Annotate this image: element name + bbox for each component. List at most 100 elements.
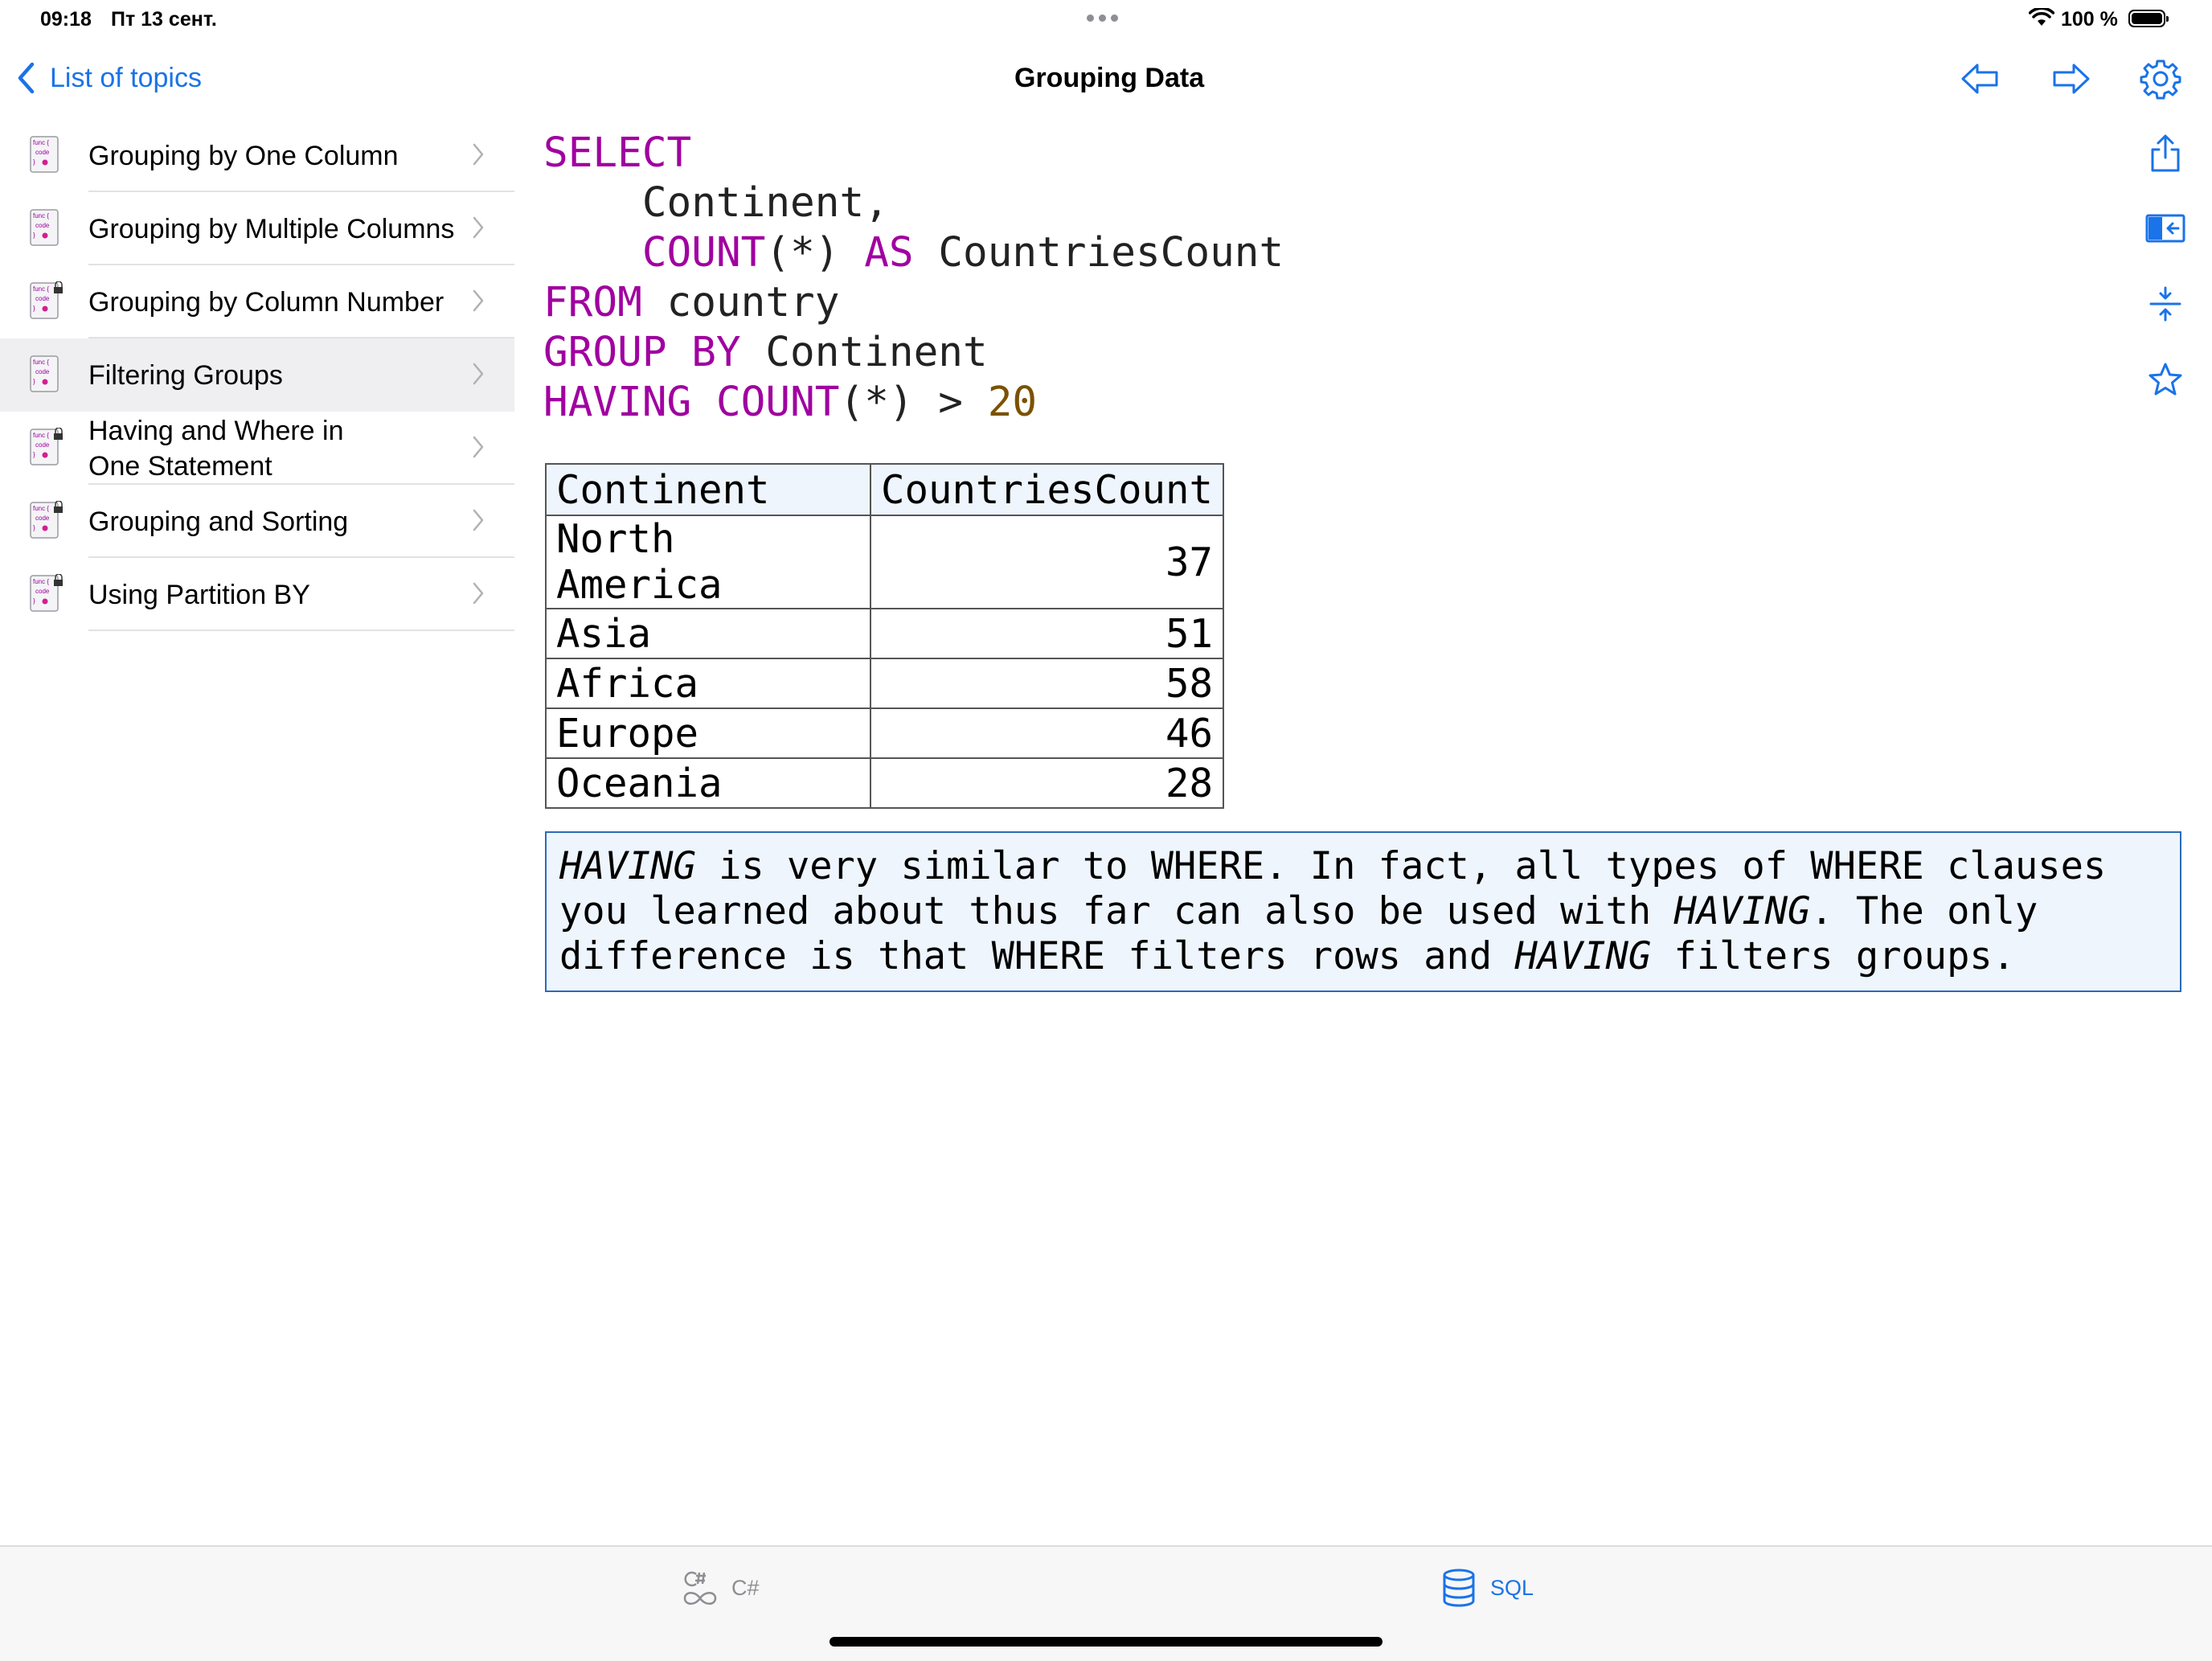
table-cell: 28 <box>869 757 1225 809</box>
sql-code-block: SELECT Continent, COUNT(*) AS CountriesC… <box>543 129 1284 426</box>
multitasking-dots-icon[interactable] <box>1087 11 1125 22</box>
share-icon <box>2151 134 2180 172</box>
column-header: Continent <box>545 463 871 516</box>
favorite-button[interactable] <box>2144 359 2186 400</box>
code-file-locked-icon: func { code} <box>30 574 63 612</box>
table-row: Asia 51 <box>545 608 1225 659</box>
settings-button[interactable] <box>2140 58 2181 100</box>
table-cell: North America <box>545 515 871 609</box>
chevron-right-icon <box>473 143 484 166</box>
previous-button[interactable] <box>1960 58 2001 100</box>
topic-label: Having and Where in One Statement <box>88 415 344 482</box>
topic-item[interactable]: func { code} Filtering Groups <box>0 338 514 412</box>
chevron-right-icon <box>473 363 484 385</box>
next-button[interactable] <box>2050 58 2091 100</box>
gear-icon <box>2140 59 2181 100</box>
icon-text: code <box>35 295 50 302</box>
icon-text: } <box>33 378 35 385</box>
battery-icon <box>2128 10 2169 27</box>
chevron-left-icon <box>18 62 35 94</box>
table-cell: Europe <box>545 707 871 759</box>
icon-text: } <box>33 232 35 239</box>
column-header: CountriesCount <box>869 463 1225 516</box>
tab-sql[interactable]: SQL <box>1439 1568 1534 1608</box>
table-cell: Asia <box>545 608 871 659</box>
chevron-right-icon <box>473 582 484 605</box>
code-file-icon: func { code} <box>30 209 59 246</box>
status-time: 09:18 <box>40 8 92 31</box>
back-label: List of topics <box>50 62 202 93</box>
topic-label: Filtering Groups <box>88 359 283 391</box>
table-cell: 46 <box>869 707 1225 759</box>
topic-item[interactable]: func { code} Grouping by One Column <box>0 119 514 192</box>
topic-item[interactable]: func { code} Using Partition BY <box>0 558 514 631</box>
code-file-icon: func { code} <box>30 355 59 392</box>
compress-vertical-icon <box>2149 286 2181 322</box>
table-cell: Africa <box>545 658 871 709</box>
icon-text: code <box>35 149 50 156</box>
topic-label: Grouping by Multiple Columns <box>88 213 455 244</box>
icon-text: func { <box>33 139 49 146</box>
table-cell: 37 <box>869 515 1225 609</box>
topic-item[interactable]: func { code} Grouping by Column Number <box>0 265 514 338</box>
code-file-locked-icon: func { code} <box>30 428 63 465</box>
table-row: Africa 58 <box>545 658 1225 709</box>
result-table: Continent CountriesCount North America 3… <box>545 463 1225 809</box>
arrow-left-icon <box>1961 64 1998 94</box>
icon-text: } <box>33 597 35 605</box>
status-date: Пт 13 сент. <box>111 8 217 31</box>
icon-text: } <box>33 158 35 166</box>
arrow-right-icon <box>2053 64 2090 94</box>
icon-text: code <box>35 368 50 375</box>
table-cell: Oceania <box>545 757 871 809</box>
icon-text: code <box>35 515 50 522</box>
icon-text: func { <box>33 505 49 512</box>
navigation-bar: List of topics Grouping Data <box>0 39 2212 119</box>
topic-item[interactable]: func { code} Grouping and Sorting <box>0 485 514 558</box>
topic-item[interactable]: func { code} Having and Where in One State… <box>0 412 514 485</box>
icon-text: func { <box>33 359 49 366</box>
collapse-button[interactable] <box>2144 283 2186 325</box>
home-indicator[interactable] <box>830 1637 1382 1647</box>
icon-text: } <box>33 305 35 312</box>
table-row: Europe 46 <box>545 707 1225 759</box>
toggle-sidebar-button[interactable] <box>2144 207 2186 249</box>
table-cell: 58 <box>869 658 1225 709</box>
back-button[interactable]: List of topics <box>16 61 202 95</box>
battery-percent: 100 % <box>2061 8 2118 31</box>
icon-text: code <box>35 588 50 595</box>
share-button[interactable] <box>2144 132 2186 174</box>
status-bar: 09:18 Пт 13 сент. 100 % <box>0 0 2212 39</box>
tab-label: SQL <box>1490 1575 1534 1600</box>
divider <box>88 630 514 631</box>
icon-text: } <box>33 451 35 458</box>
topics-list: func { code} Grouping by One Column func { c… <box>0 119 514 631</box>
star-icon <box>2149 363 2182 396</box>
icon-text: func { <box>33 578 49 585</box>
icon-text: } <box>33 524 35 531</box>
topic-item[interactable]: func { code} Grouping by Multiple Columns <box>0 192 514 265</box>
topic-label: Grouping by One Column <box>88 140 399 171</box>
table-row: North America 37 <box>545 515 1225 609</box>
sidebar-collapse-icon <box>2145 214 2185 243</box>
code-file-locked-icon: func { code} <box>30 281 63 319</box>
topic-label: Grouping and Sorting <box>88 506 349 537</box>
tab-csharp[interactable]: C# <box>680 1568 760 1608</box>
page-title: Grouping Data <box>1014 63 1205 93</box>
tab-label: C# <box>731 1575 760 1600</box>
table-cell: 51 <box>869 608 1225 659</box>
icon-text: func { <box>33 432 49 439</box>
icon-text: func { <box>33 212 49 219</box>
icon-text: code <box>35 441 50 449</box>
chevron-right-icon <box>473 289 484 312</box>
table-row: Oceania 28 <box>545 757 1225 809</box>
chevron-right-icon <box>473 436 484 458</box>
chevron-right-icon <box>473 216 484 239</box>
code-file-locked-icon: func { code} <box>30 501 63 539</box>
icon-text: code <box>35 222 50 229</box>
chevron-right-icon <box>473 509 484 531</box>
topic-label: Grouping by Column Number <box>88 286 444 318</box>
icon-text: func { <box>33 285 49 293</box>
topic-label: Using Partition BY <box>88 579 310 610</box>
wifi-icon <box>2029 8 2054 26</box>
